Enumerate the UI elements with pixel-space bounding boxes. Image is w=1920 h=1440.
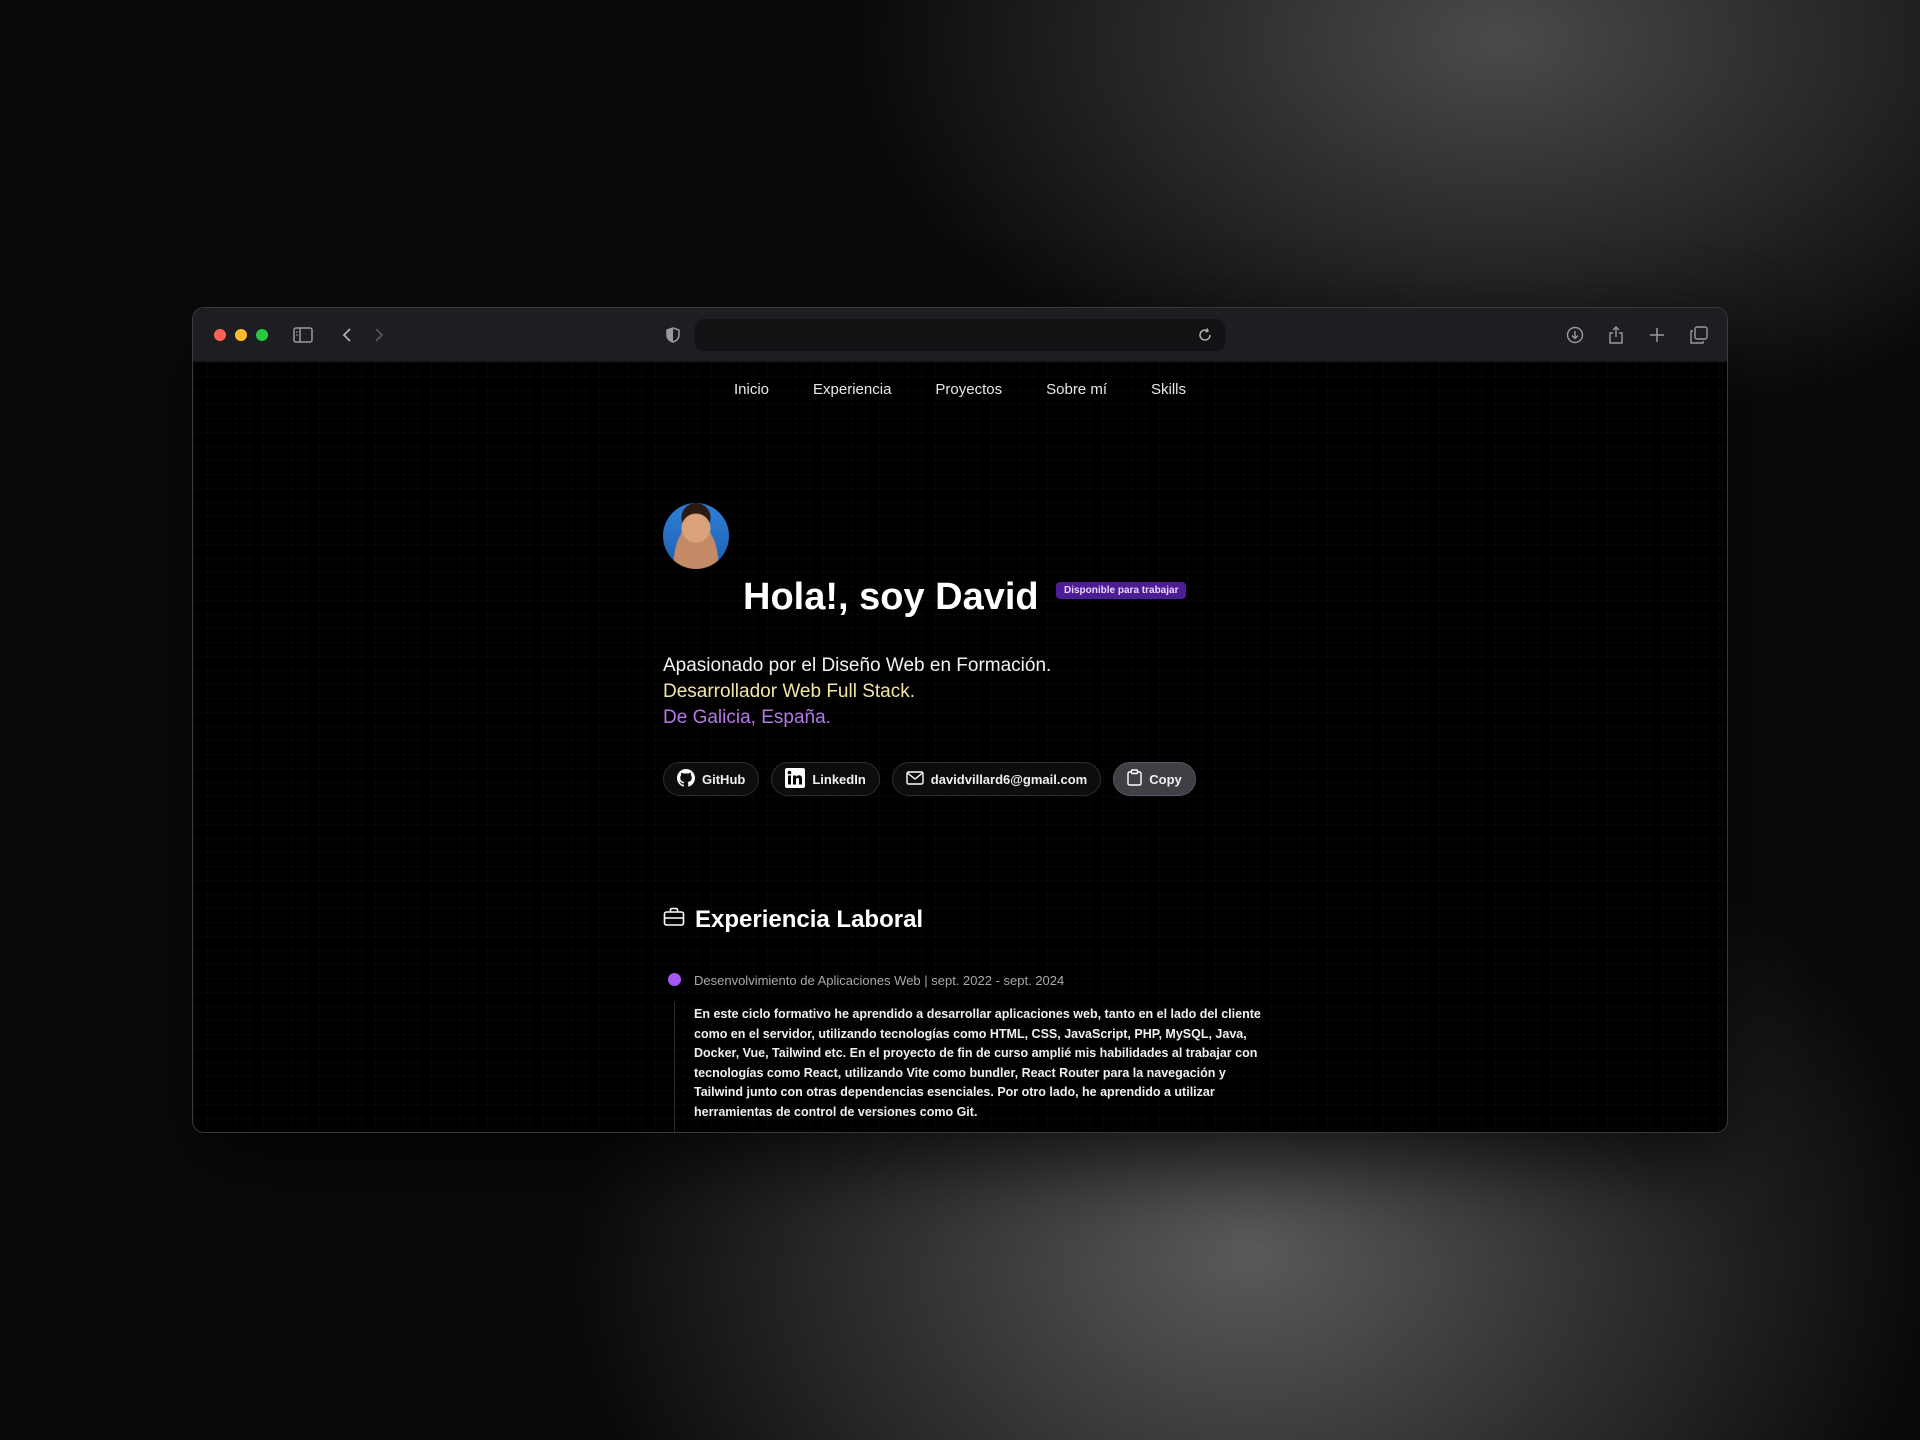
availability-badge: Disponible para trabajar — [1056, 582, 1187, 599]
clipboard-icon — [1127, 769, 1142, 789]
copy-button[interactable]: Copy — [1113, 762, 1196, 796]
hero-description: Apasionado por el Diseño Web en Formació… — [663, 653, 1051, 731]
nav-item-proyectos[interactable]: Proyectos — [913, 375, 1024, 404]
maximize-button[interactable] — [256, 328, 268, 341]
briefcase-icon — [663, 906, 685, 934]
timeline-dot — [668, 973, 681, 986]
main-nav: Inicio Experiencia Proyectos Sobre mí Sk… — [193, 375, 1727, 404]
nav-item-sobre-mi[interactable]: Sobre mí — [1024, 375, 1129, 404]
github-label: GitHub — [702, 771, 746, 787]
sidebar-icon[interactable] — [291, 323, 315, 347]
contact-links: GitHub LinkedIn davidvillard6@gmail.com … — [663, 762, 1196, 796]
job-description: En este ciclo formativo he aprendido a d… — [694, 1007, 1261, 1119]
copy-label: Copy — [1149, 771, 1182, 787]
job-title: Desenvolvimiento de Aplicaciones Web | s… — [694, 973, 1065, 988]
hero-line-1: Apasionado por el Diseño Web en Formació… — [663, 655, 1052, 676]
linkedin-link[interactable]: LinkedIn — [771, 762, 880, 796]
experience-title: Experiencia Laboral — [695, 906, 924, 933]
nav-item-skills[interactable]: Skills — [1129, 375, 1208, 404]
share-icon[interactable] — [1604, 323, 1628, 347]
nav-item-inicio[interactable]: Inicio — [712, 375, 791, 404]
timeline-line — [674, 1002, 675, 1132]
linkedin-icon — [785, 767, 806, 791]
window-controls — [214, 328, 268, 341]
reload-icon[interactable] — [1193, 323, 1217, 347]
page-title: Hola!, soy David — [743, 576, 1039, 618]
github-icon — [677, 768, 695, 790]
tabs-icon[interactable] — [1687, 323, 1711, 347]
minimize-button[interactable] — [235, 328, 247, 341]
avatar — [663, 503, 729, 569]
back-icon[interactable] — [335, 323, 359, 347]
nav-item-experiencia[interactable]: Experiencia — [791, 375, 913, 404]
email-label: davidvillard6@gmail.com — [930, 771, 1088, 787]
browser-toolbar — [193, 308, 1727, 362]
close-button[interactable] — [214, 328, 226, 341]
browser-window: Inicio Experiencia Proyectos Sobre mí Sk… — [192, 307, 1728, 1133]
shield-icon[interactable] — [661, 323, 685, 347]
hero-line-3: De Galicia, España. — [663, 707, 831, 728]
address-bar[interactable] — [695, 319, 1225, 351]
experience-heading: Experiencia Laboral — [663, 906, 923, 934]
page-content: Inicio Experiencia Proyectos Sobre mí Sk… — [193, 362, 1727, 1132]
mail-icon — [906, 770, 924, 788]
linkedin-label: LinkedIn — [812, 771, 866, 787]
hero-line-2: Desarrollador Web Full Stack. — [663, 681, 916, 702]
new-tab-icon[interactable] — [1645, 323, 1669, 347]
forward-icon[interactable] — [367, 323, 391, 347]
download-icon[interactable] — [1563, 323, 1587, 347]
github-link[interactable]: GitHub — [663, 762, 760, 796]
email-link[interactable]: davidvillard6@gmail.com — [891, 762, 1102, 796]
